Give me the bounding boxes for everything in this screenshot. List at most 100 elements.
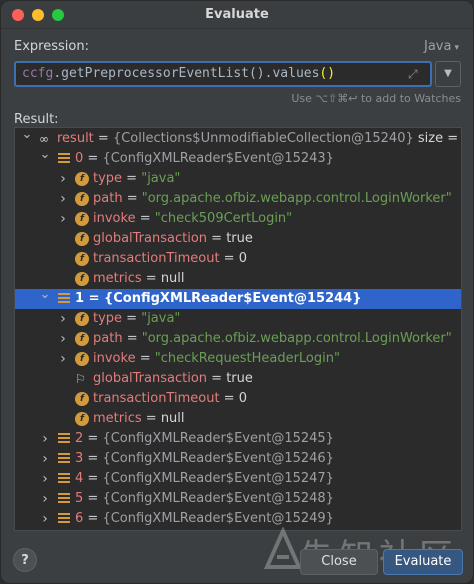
close-button[interactable]: Close — [300, 549, 378, 575]
expression-input[interactable]: ccfg.getPreprocessorEventList().values()… — [14, 61, 432, 87]
tree-row-item[interactable]: › 2 = {ConfigXMLReader$Event@15245} — [15, 429, 461, 449]
node-value: null — [160, 411, 185, 426]
equals-sign: = — [84, 291, 104, 306]
tree-row-field[interactable]: f transactionTimeout = 0 — [15, 389, 461, 409]
equals-sign: = — [83, 491, 103, 506]
equals-sign: = — [93, 131, 113, 146]
node-value: true — [226, 231, 253, 246]
chevron-right-icon[interactable]: › — [39, 509, 51, 529]
chevron-right-icon[interactable]: › — [57, 349, 69, 369]
chevron-down-icon[interactable]: ⌄ — [39, 285, 51, 305]
chevron-right-icon[interactable]: › — [57, 189, 69, 209]
tree-row-text: 5 = {ConfigXMLReader$Event@15248} — [75, 489, 334, 509]
tree-row-item[interactable]: ⌄ 0 = {ConfigXMLReader$Event@15243} — [15, 147, 461, 169]
node-name: transactionTimeout — [93, 391, 220, 406]
chevron-right-icon[interactable]: › — [39, 429, 51, 449]
tree-row-text: invoke = "check509CertLogin" — [93, 209, 292, 229]
tree-row-text: 2 = {ConfigXMLReader$Event@15245} — [75, 429, 334, 449]
tree-row-text: metrics = null — [93, 409, 185, 429]
tree-row-item[interactable]: › 3 = {ConfigXMLReader$Event@15246} — [15, 449, 461, 469]
evaluate-button[interactable]: Evaluate — [383, 549, 463, 575]
field-icon: f — [75, 312, 89, 326]
evaluate-dialog: Evaluate Expression: Java ▾ ccfg.getPrepr… — [0, 0, 474, 584]
tree-row-result[interactable]: ⌄ ∞ result = {Collections$UnmodifiableColl… — [15, 128, 461, 149]
list-icon — [57, 493, 71, 507]
tree-row-text: 0 = {ConfigXMLReader$Event@15243} — [75, 149, 334, 169]
node-name: metrics — [93, 411, 142, 426]
tree-row-field[interactable]: › f invoke = "check509CertLogin" — [15, 209, 461, 229]
expand-editor-icon[interactable]: ⤢ — [408, 67, 422, 81]
expression-call: .getPreprocessorEventList().values — [53, 66, 320, 81]
tree-row-field[interactable]: f transactionTimeout = 0 — [15, 249, 461, 269]
node-value: 0 — [238, 391, 247, 406]
string-value: "org.apache.ofbiz.webapp.control.LoginWo… — [141, 191, 452, 206]
chevron-down-icon: ▾ — [454, 43, 459, 53]
object-reference: {ConfigXMLReader$Event@15244} — [104, 291, 362, 306]
field-icon: f — [75, 352, 89, 366]
field-icon: f — [75, 392, 89, 406]
node-name: result — [57, 131, 94, 146]
object-reference: {ConfigXMLReader$Event@15243} — [102, 151, 334, 166]
field-icon: f — [75, 172, 89, 186]
result-tree[interactable]: ⌄ ∞ result = {Collections$UnmodifiableColl… — [14, 127, 462, 531]
language-selector[interactable]: Java ▾ — [424, 39, 459, 54]
tree-row-item[interactable]: › 5 = {ConfigXMLReader$Event@15248} — [15, 489, 461, 509]
list-icon — [57, 433, 71, 447]
tree-row-item[interactable]: ⌄ 1 = {ConfigXMLReader$Event@15244} — [15, 287, 461, 309]
tree-row-text: result = {Collections$UnmodifiableCollec… — [57, 129, 461, 149]
list-icon — [57, 473, 71, 487]
node-name: invoke — [93, 351, 136, 366]
node-name: type — [93, 171, 123, 186]
chevron-right-icon[interactable]: › — [57, 209, 69, 229]
node-name: transactionTimeout — [93, 251, 220, 266]
field-icon: f — [75, 252, 89, 266]
field-icon: f — [75, 412, 89, 426]
tree-row-field[interactable]: › f type = "java" — [15, 169, 461, 189]
tree-row-field[interactable]: f globalTransaction = true — [15, 229, 461, 249]
node-name: path — [93, 191, 123, 206]
chevron-right-icon[interactable]: › — [57, 329, 69, 349]
chevron-right-icon[interactable]: › — [39, 489, 51, 509]
chevron-right-icon[interactable]: › — [57, 169, 69, 189]
history-dropdown-button[interactable]: ▼ — [435, 61, 461, 87]
tree-row-text: path = "org.apache.ofbiz.webapp.control.… — [93, 329, 452, 349]
equals-sign: = — [219, 391, 239, 406]
tree-row-field[interactable]: › f invoke = "checkRequestHeaderLogin" — [15, 349, 461, 369]
equals-sign: = — [135, 211, 155, 226]
chevron-down-icon[interactable]: ⌄ — [21, 128, 33, 145]
help-button[interactable]: ? — [13, 548, 37, 572]
list-icon — [57, 153, 71, 167]
tree-row-field[interactable]: f metrics = null — [15, 269, 461, 289]
list-icon — [57, 513, 71, 527]
tree-row-text: 4 = {ConfigXMLReader$Event@15247} — [75, 469, 334, 489]
tree-row-text: type = "java" — [93, 309, 180, 329]
equals-sign: = — [207, 371, 227, 386]
tree-row-text: path = "org.apache.ofbiz.webapp.control.… — [93, 189, 452, 209]
tree-row-field[interactable]: f metrics = null — [15, 409, 461, 429]
string-value: "java" — [141, 311, 181, 326]
equals-sign: = — [135, 351, 155, 366]
string-value: "checkRequestHeaderLogin" — [154, 351, 340, 366]
tree-row-item[interactable]: › 4 = {ConfigXMLReader$Event@15247} — [15, 469, 461, 489]
equals-sign: = — [122, 331, 142, 346]
tree-row-field[interactable]: › f path = "org.apache.ofbiz.webapp.contro… — [15, 189, 461, 209]
node-name: 1 — [75, 291, 85, 306]
equals-sign: = — [207, 231, 227, 246]
field-icon: f — [75, 212, 89, 226]
field-icon: f — [75, 192, 89, 206]
chevron-right-icon[interactable]: › — [57, 309, 69, 329]
tree-row-text: globalTransaction = true — [93, 229, 253, 249]
chevron-down-icon[interactable]: ⌄ — [39, 145, 51, 165]
tree-row-field[interactable]: ⚐ globalTransaction = true — [15, 369, 461, 389]
expression-label: Expression: — [14, 39, 89, 54]
chevron-right-icon[interactable]: › — [39, 469, 51, 489]
tree-row-field[interactable]: › f type = "java" — [15, 309, 461, 329]
tree-row-field[interactable]: › f path = "org.apache.ofbiz.webapp.contro… — [15, 329, 461, 349]
equals-sign: = — [141, 411, 161, 426]
chevron-right-icon[interactable]: › — [39, 449, 51, 469]
string-value: "org.apache.ofbiz.webapp.control.LoginWo… — [141, 331, 452, 346]
result-label: Result: — [14, 112, 59, 127]
field-icon: f — [75, 272, 89, 286]
tree-row-text: type = "java" — [93, 169, 180, 189]
watches-hint: Use ⌥⇧⌘↩ to add to Watches — [291, 92, 461, 105]
